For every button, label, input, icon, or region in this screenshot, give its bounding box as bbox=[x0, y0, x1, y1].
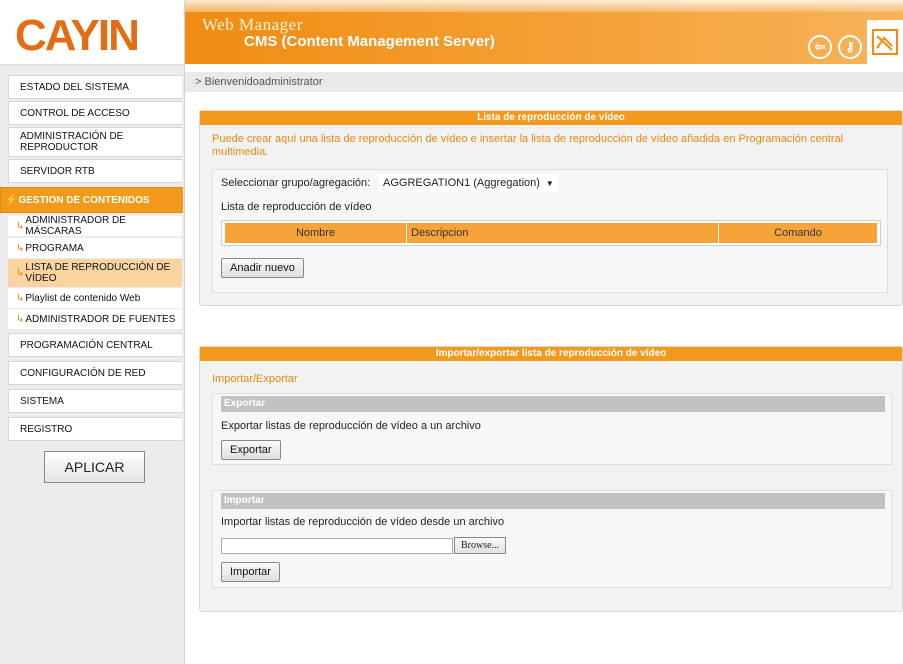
sidebar-item-registro[interactable]: REGISTRO bbox=[8, 417, 182, 441]
import-text: Importar listas de reproducción de vídeo… bbox=[221, 516, 505, 528]
col-nombre: Nombre bbox=[225, 223, 407, 243]
import-section: Importar Importar listas de reproducción… bbox=[212, 490, 892, 588]
playlist-table: Nombre Descripcion Comando bbox=[221, 220, 881, 246]
sitemap-icon[interactable] bbox=[867, 20, 903, 64]
panel-description: Puede crear aquí una lista de reproducci… bbox=[212, 133, 844, 158]
export-section: Exportar Exportar listas de reproducción… bbox=[212, 393, 892, 465]
key-icon[interactable]: ⚷ bbox=[838, 35, 862, 59]
chevron-down-icon: ▼ bbox=[545, 178, 554, 188]
breadcrumb: > Bienvenidoadministrator bbox=[185, 72, 903, 92]
header-banner: Web Manager CMS (Content Management Serv… bbox=[185, 0, 903, 64]
list-label: Lista de reproducción de vídeo bbox=[221, 201, 372, 213]
add-new-button[interactable]: Anadir nuevo bbox=[221, 258, 304, 278]
panel-title: Lista de reproducción de vídeo bbox=[200, 111, 902, 125]
sub-arrow-icon: ↳ bbox=[16, 267, 25, 279]
sidebar-item-gestion[interactable]: ⚡ GESTION DE CONTENIDOS bbox=[0, 187, 183, 213]
group-label: Seleccionar grupo/agregación: bbox=[221, 177, 371, 189]
sidebar-item-reproductor[interactable]: ADMINISTRACIÓN DE REPRODUCTOR bbox=[8, 127, 182, 157]
sub-arrow-icon: ↳ bbox=[16, 313, 25, 325]
sidebar-subitem-playlist-web[interactable]: ↳ Playlist de contenido Web bbox=[8, 288, 182, 308]
export-heading: Exportar bbox=[221, 396, 885, 412]
sidebar: CAYIN ESTADO DEL SISTEMA CONTROL DE ACCE… bbox=[0, 0, 185, 664]
app-title: Web Manager bbox=[202, 15, 303, 34]
chevron-icon: ⚡ bbox=[5, 194, 18, 206]
table-header: Nombre Descripcion Comando bbox=[225, 223, 877, 243]
sidebar-item-servidor-rtb[interactable]: SERVIDOR RTB bbox=[8, 159, 182, 183]
sidebar-subitem-fuentes[interactable]: ↳ ADMINISTRADOR DE FUENTES bbox=[8, 309, 182, 329]
export-button[interactable]: Exportar bbox=[221, 440, 281, 460]
import-button[interactable]: Importar bbox=[221, 562, 280, 582]
apply-button[interactable]: APLICAR bbox=[44, 451, 145, 483]
cayin-logo: CAYIN bbox=[15, 11, 140, 58]
sidebar-subitem-mascaras[interactable]: ↳ ADMINISTRADOR DE MÁSCARAS bbox=[8, 215, 182, 237]
sidebar-subitem-programa[interactable]: ↳ PROGRAMA bbox=[8, 238, 182, 258]
sub-arrow-icon: ↳ bbox=[16, 220, 25, 232]
import-export-panel: Importar/exportar lista de reproducción … bbox=[199, 346, 903, 612]
playlist-box: Seleccionar grupo/agregación: AGGREGATIO… bbox=[212, 169, 888, 293]
sidebar-item-control[interactable]: CONTROL DE ACCESO bbox=[8, 101, 182, 125]
playlist-panel: Lista de reproducción de vídeo Puede cre… bbox=[199, 110, 903, 306]
sidebar-item-sistema[interactable]: SISTEMA bbox=[8, 389, 182, 413]
file-input[interactable] bbox=[221, 538, 453, 554]
sidebar-item-estado[interactable]: ESTADO DEL SISTEMA bbox=[8, 75, 182, 99]
col-descripcion: Descripcion bbox=[407, 223, 719, 243]
browse-button[interactable]: Browse... bbox=[454, 537, 507, 554]
sidebar-item-programacion[interactable]: PROGRAMACIÓN CENTRAL bbox=[8, 333, 182, 357]
panel-title: Importar/exportar lista de reproducción … bbox=[200, 347, 902, 361]
app-subtitle: CMS (Content Management Server) bbox=[244, 33, 495, 50]
sidebar-subitem-lista-video[interactable]: ↳ LISTA DE REPRODUCCIÓN DE VÍDEO bbox=[8, 259, 182, 287]
import-export-subtitle: Importar/Exportar bbox=[212, 373, 298, 385]
svg-text:CAYIN: CAYIN bbox=[15, 11, 138, 58]
sidebar-item-red[interactable]: CONFIGURACIÓN DE RED bbox=[8, 361, 182, 385]
logo-area: CAYIN bbox=[0, 0, 184, 65]
col-comando: Comando bbox=[774, 227, 822, 239]
group-select[interactable]: AGGREGATION1 (Aggregation) ▼ bbox=[379, 174, 558, 192]
sub-arrow-icon: ↳ bbox=[16, 292, 25, 304]
exit-icon[interactable]: ⇦ bbox=[808, 35, 832, 59]
export-text: Exportar listas de reproducción de vídeo… bbox=[221, 420, 481, 432]
import-heading: Importar bbox=[221, 493, 885, 509]
sub-arrow-icon: ↳ bbox=[16, 242, 25, 254]
